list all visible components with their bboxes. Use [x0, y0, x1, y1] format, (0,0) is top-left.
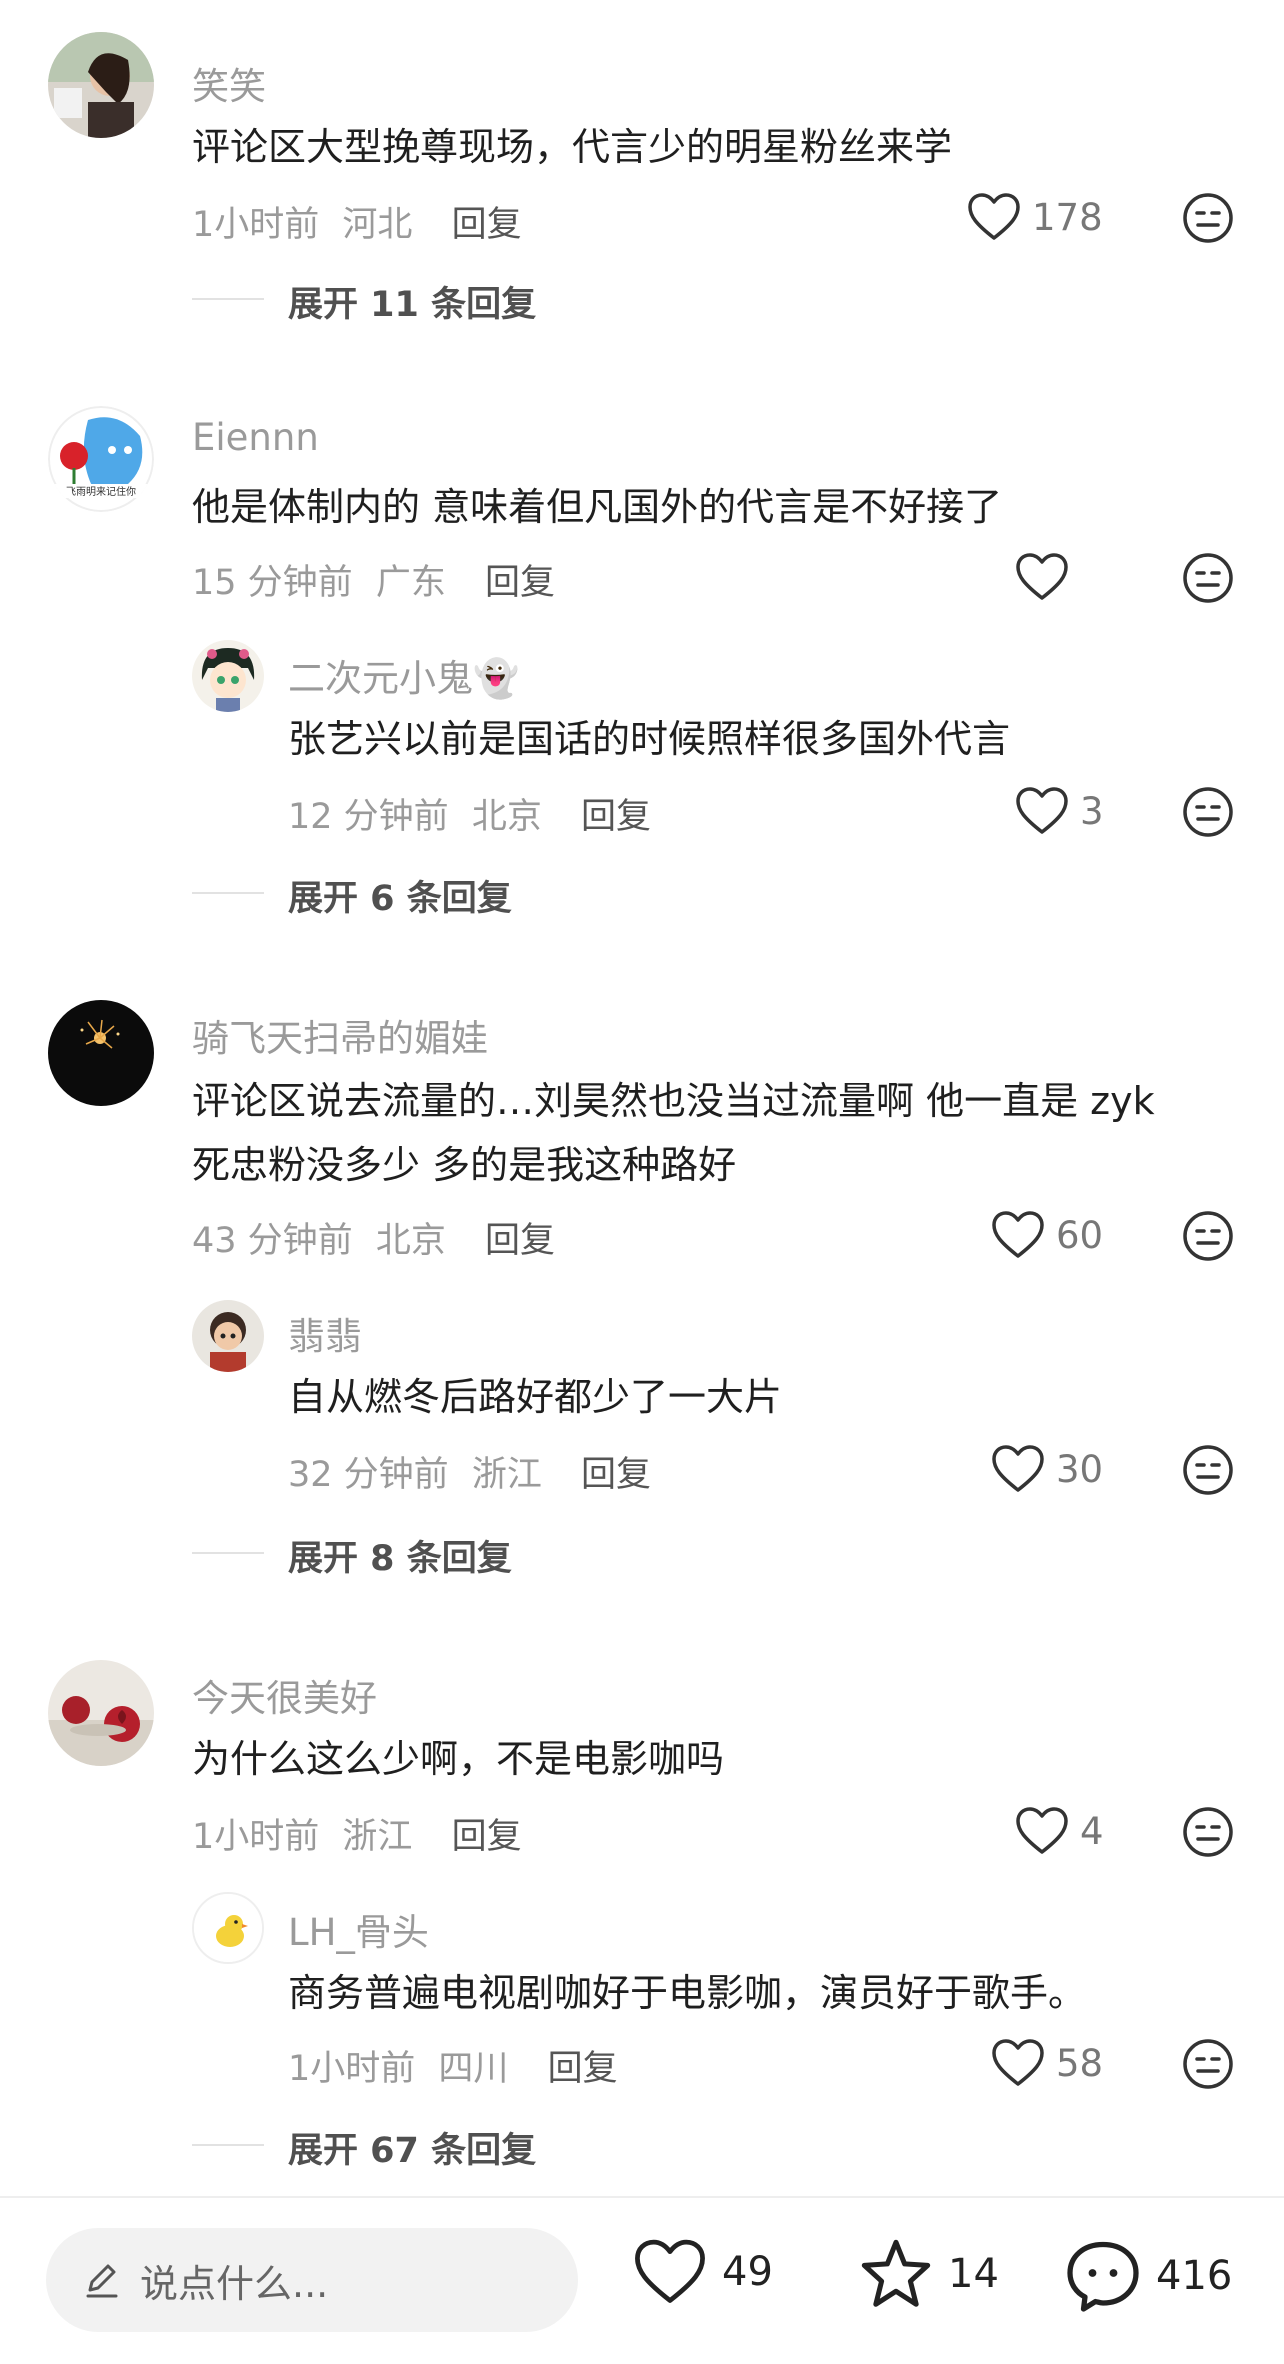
heart-icon: [1016, 1807, 1068, 1854]
expand-replies-button[interactable]: 展开 11 条回复: [288, 276, 536, 327]
like-count: 178: [1032, 195, 1103, 239]
reply-button[interactable]: 回复: [581, 797, 651, 837]
comment-location: 四川: [438, 2049, 509, 2089]
comment-meta: 32 分钟前 浙江 回复: [288, 1446, 651, 1497]
heart-icon: [992, 1445, 1044, 1492]
avatar[interactable]: [48, 1660, 154, 1766]
comments-button[interactable]: 416: [1064, 2238, 1232, 2314]
comment-text: 评论区说去流量的…刘昊然也没当过流量啊 他一直是 zyk: [192, 1079, 1155, 1123]
expand-replies-button[interactable]: 展开 67 条回复: [288, 2122, 536, 2173]
avatar[interactable]: [192, 640, 264, 712]
comment-meta: 1小时前 四川 回复: [288, 2040, 618, 2091]
heart-icon: [635, 2239, 705, 2303]
comment-location: 河北: [342, 205, 413, 245]
expand-replies-button[interactable]: 展开 8 条回复: [288, 1530, 512, 1581]
username[interactable]: 骑飞天扫帚的媚娃: [192, 1008, 488, 1062]
avatar[interactable]: [192, 1300, 264, 1372]
comment-time: 32 分钟前: [288, 1455, 449, 1495]
comment-text: 自从燃冬后路好都少了一大片: [288, 1375, 783, 1419]
comment-time: 1小时前: [192, 1817, 320, 1857]
comment-location: 浙江: [342, 1817, 413, 1857]
comment-location: 浙江: [471, 1455, 542, 1495]
like-count: 30: [1056, 1447, 1104, 1491]
heart-icon: [968, 193, 1020, 240]
comment-time: 43 分钟前: [192, 1221, 353, 1261]
avatar[interactable]: [48, 1000, 154, 1106]
reply-button[interactable]: 回复: [485, 1221, 555, 1261]
favorite-count: 14: [948, 2251, 999, 2297]
username[interactable]: 翡翡: [288, 1306, 362, 1360]
svg-text:飞雨明来记住你: 飞雨明来记住你: [66, 485, 136, 498]
comment-time: 12 分钟前: [288, 797, 449, 837]
comment-time: 1小时前: [288, 2049, 416, 2089]
divider: [192, 298, 264, 300]
comment-location: 北京: [471, 797, 542, 837]
like-button[interactable]: 3: [1014, 786, 1104, 836]
comment-location: 北京: [375, 1221, 446, 1261]
dislike-face-icon[interactable]: [1182, 552, 1234, 604]
username[interactable]: 笑笑: [192, 56, 266, 110]
comment-input-placeholder: 说点什么...: [140, 2261, 329, 2306]
comment-count: 416: [1156, 2253, 1233, 2299]
comment-time: 1小时前: [192, 205, 320, 245]
like-button[interactable]: 58: [990, 2038, 1103, 2088]
divider: [192, 1552, 264, 1554]
comment-location: 广东: [375, 563, 446, 603]
heart-icon: [1016, 787, 1068, 834]
username[interactable]: Eiennn: [192, 416, 319, 459]
comment-text: 商务普遍电视剧咖好于电影咖，演员好于歌手。: [288, 1971, 1087, 2015]
dislike-face-icon[interactable]: [1182, 192, 1234, 244]
comment-text: 他是体制内的 意味着但凡国外的代言是不好接了: [192, 485, 1003, 529]
reply-button[interactable]: 回复: [452, 1817, 522, 1857]
dislike-face-icon[interactable]: [1182, 1806, 1234, 1858]
pencil-icon: [86, 2264, 118, 2298]
heart-icon: [992, 1211, 1044, 1258]
like-button[interactable]: 60: [990, 1210, 1103, 1260]
dislike-face-icon[interactable]: [1182, 2038, 1234, 2090]
like-count: 60: [1056, 1213, 1104, 1257]
reply-button[interactable]: 回复: [452, 205, 522, 245]
reply-button[interactable]: 回复: [485, 563, 555, 603]
comment-time: 15 分钟前: [192, 563, 353, 603]
like-count: 4: [1080, 1809, 1104, 1853]
username[interactable]: 今天很美好: [192, 1668, 377, 1722]
like-button[interactable]: 30: [990, 1444, 1103, 1494]
like-button[interactable]: [1014, 552, 1080, 602]
post-like-count: 49: [722, 2249, 773, 2295]
heart-icon: [992, 2039, 1044, 2086]
dislike-face-icon[interactable]: [1182, 786, 1234, 838]
like-count: 58: [1056, 2041, 1104, 2085]
comment-input[interactable]: 说点什么...: [46, 2228, 578, 2332]
bottom-action-bar: 说点什么... 49 14 416: [0, 2196, 1284, 2364]
like-button[interactable]: 4: [1014, 1806, 1104, 1856]
favorite-button[interactable]: 14: [858, 2238, 999, 2310]
comment-bubble-icon: [1067, 2241, 1139, 2312]
like-button[interactable]: 178: [966, 192, 1103, 242]
dislike-face-icon[interactable]: [1182, 1444, 1234, 1496]
avatar[interactable]: [48, 32, 154, 138]
comment-text: 张艺兴以前是国话的时候照样很多国外代言: [288, 717, 1011, 761]
avatar[interactable]: 飞雨明来记住你: [48, 406, 154, 512]
like-count: 3: [1080, 789, 1104, 833]
expand-replies-button[interactable]: 展开 6 条回复: [288, 870, 512, 921]
comment-text: 为什么这么少啊，不是电影咖吗: [192, 1737, 725, 1781]
comment-text: 死忠粉没多少 多的是我这种路好: [192, 1143, 737, 1187]
dislike-face-icon[interactable]: [1182, 1210, 1234, 1262]
comment-meta: 12 分钟前 北京 回复: [288, 788, 651, 839]
divider: [192, 2144, 264, 2146]
comment-meta: 1小时前 浙江 回复: [192, 1808, 522, 1859]
reply-button[interactable]: 回复: [548, 2049, 618, 2089]
comment-meta: 43 分钟前 北京 回复: [192, 1212, 555, 1263]
heart-icon: [1016, 553, 1068, 600]
reply-button[interactable]: 回复: [581, 1455, 651, 1495]
username[interactable]: LH_骨头: [288, 1902, 429, 1956]
star-icon: [861, 2239, 931, 2307]
like-post-button[interactable]: 49: [632, 2238, 773, 2306]
comment-meta: 15 分钟前 广东 回复: [192, 554, 555, 605]
comment-meta: 1小时前 河北 回复: [192, 196, 522, 247]
comment-text: 评论区大型挽尊现场，代言少的明星粉丝来学: [192, 125, 953, 169]
username[interactable]: 二次元小鬼👻: [288, 648, 519, 702]
divider: [192, 892, 264, 894]
avatar[interactable]: [192, 1892, 264, 1964]
